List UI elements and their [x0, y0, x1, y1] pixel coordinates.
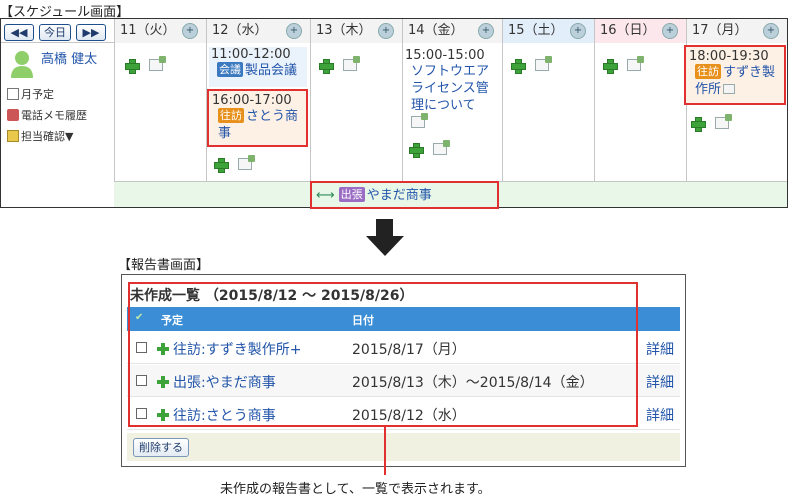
prev-week-button[interactable]: ◀◀ — [4, 24, 34, 41]
day-header-17[interactable]: 17（月） + — [686, 19, 787, 43]
visit-badge: 往訪 — [218, 108, 244, 123]
column-divider — [402, 19, 403, 181]
detail-link[interactable]: 詳細 — [646, 339, 674, 359]
report-list-highlight — [128, 282, 638, 427]
delete-button[interactable]: 削除する — [133, 438, 189, 457]
day-header-15[interactable]: 15（土） + — [502, 19, 594, 43]
table-footer: 削除する — [127, 433, 680, 461]
meeting-badge: 会議 — [217, 62, 243, 77]
copy-schedule-icon[interactable] — [715, 114, 732, 129]
month-schedule-link[interactable]: 月予定 — [7, 86, 54, 102]
add-icon[interactable] — [125, 59, 140, 74]
day-header-11[interactable]: 11（火） + — [114, 19, 206, 43]
report-section-label: 【報告書画面】 — [118, 258, 210, 273]
day-header-13[interactable]: 13（木） + — [310, 19, 402, 43]
calendar-icon — [7, 88, 19, 100]
assignee-check-dropdown[interactable]: 担当確認▼ — [7, 128, 73, 144]
visit-badge: 往訪 — [695, 64, 721, 79]
down-arrow-icon — [376, 219, 393, 237]
add-icon[interactable] — [691, 117, 706, 132]
schedule-header-row: 11（火） + 12（水） + 13（木） + 14（金） + 15（土） + 16（日）… — [1, 19, 787, 43]
copy-schedule-icon[interactable] — [627, 56, 644, 71]
add-schedule-icon[interactable]: + — [570, 23, 586, 39]
column-divider — [502, 19, 503, 181]
day-header-16[interactable]: 16（日） + — [594, 19, 686, 43]
add-icon[interactable] — [511, 59, 526, 74]
add-schedule-icon[interactable]: + — [662, 23, 678, 39]
event-visit-sato[interactable]: 16:00-17:00 往訪 さとう商事 — [207, 89, 308, 147]
column-divider — [114, 19, 115, 181]
day-header-14[interactable]: 14（金） + — [402, 19, 502, 43]
today-button[interactable]: 今日 — [39, 24, 71, 41]
next-week-button[interactable]: ▶▶ — [76, 24, 106, 41]
event-meeting[interactable]: 11:00-12:00 会議 製品会議 — [209, 47, 307, 87]
column-divider — [310, 19, 311, 181]
day-header-12[interactable]: 12（水） + — [206, 19, 310, 43]
phone-memo-icon — [7, 109, 19, 121]
callout-line — [384, 427, 386, 475]
copy-schedule-icon[interactable] — [238, 155, 255, 170]
column-divider — [594, 19, 595, 181]
down-arrow-icon — [366, 236, 404, 256]
trip-badge: 出張 — [338, 187, 365, 202]
banner-event-trip[interactable]: ⟷ 出張 やまだ商事 — [310, 181, 499, 209]
event-software-license[interactable]: 15:00-15:00 ソフトウエアライセンス管理について — [405, 48, 501, 114]
schedule-grid: 11（火） + 12（水） + 13（木） + 14（金） + 15（土） + 16（日）… — [0, 18, 788, 209]
add-schedule-icon[interactable]: + — [378, 23, 394, 39]
event-visit-suzuki[interactable]: 18:00-19:30 往訪 すずき製作所 — [684, 45, 786, 105]
user-name[interactable]: 高橋 健太 — [41, 48, 97, 67]
detail-link[interactable]: 詳細 — [646, 372, 674, 392]
phone-memo-history-link[interactable]: 電話メモ履歴 — [7, 107, 87, 123]
add-icon[interactable] — [603, 59, 618, 74]
add-icon[interactable] — [319, 59, 334, 74]
span-arrow-icon: ⟷ — [316, 188, 335, 203]
add-schedule-icon[interactable]: + — [286, 23, 302, 39]
attendee-icon — [411, 113, 428, 128]
check-list-icon — [7, 130, 19, 142]
add-schedule-icon[interactable]: + — [763, 23, 779, 39]
attendee-icon — [723, 84, 736, 94]
copy-schedule-icon[interactable] — [343, 56, 360, 71]
copy-schedule-icon[interactable] — [535, 56, 552, 71]
add-schedule-icon[interactable]: + — [182, 23, 198, 39]
add-schedule-icon[interactable]: + — [478, 23, 494, 39]
detail-link[interactable]: 詳細 — [646, 405, 674, 425]
add-icon[interactable] — [409, 143, 424, 158]
copy-schedule-icon[interactable] — [149, 56, 166, 71]
callout-caption: 未作成の報告書として、一覧で表示されます。 — [220, 482, 491, 494]
user-avatar-icon — [9, 49, 35, 79]
add-icon[interactable] — [214, 158, 229, 173]
copy-schedule-icon[interactable] — [433, 140, 450, 155]
